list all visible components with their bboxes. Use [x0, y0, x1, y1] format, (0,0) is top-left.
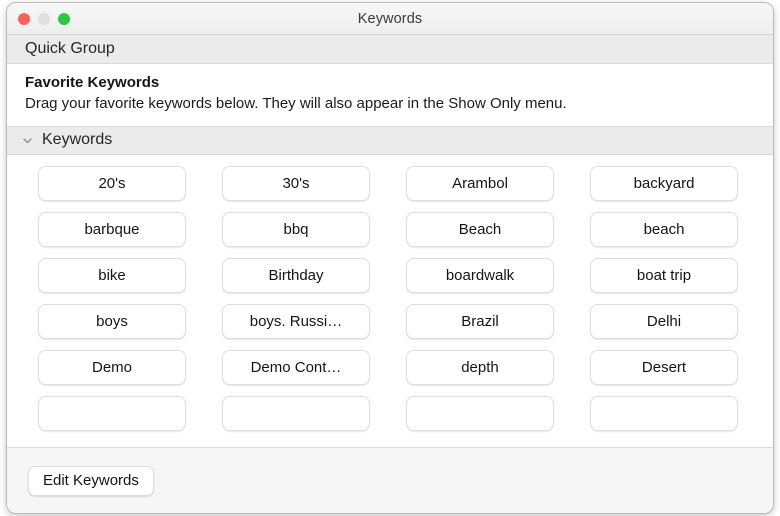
minimize-window-button[interactable]: [38, 13, 50, 25]
keyword-pill[interactable]: 20's: [38, 166, 186, 201]
keywords-grid: 20's 30's Arambol backyard barbque bbq B…: [7, 166, 773, 431]
keyword-pill[interactable]: Demo: [38, 350, 186, 385]
keyword-pill[interactable]: [406, 396, 554, 431]
keywords-section-header[interactable]: Keywords: [7, 126, 773, 155]
quick-group-label: Quick Group: [25, 40, 115, 58]
keyword-pill[interactable]: bbq: [222, 212, 370, 247]
window-title: Keywords: [7, 11, 773, 27]
favorite-keywords-description: Drag your favorite keywords below. They …: [25, 94, 715, 114]
keyword-pill[interactable]: Delhi: [590, 304, 738, 339]
keywords-section-label: Keywords: [42, 131, 112, 149]
quick-group-header: Quick Group: [7, 35, 773, 64]
keyword-pill[interactable]: depth: [406, 350, 554, 385]
maximize-window-button[interactable]: [58, 13, 70, 25]
keywords-grid-area[interactable]: 20's 30's Arambol backyard barbque bbq B…: [7, 155, 773, 447]
window-title-bar: Keywords: [7, 3, 773, 35]
keyword-pill[interactable]: boys. Russi…: [222, 304, 370, 339]
keyword-pill[interactable]: Beach: [406, 212, 554, 247]
keyword-pill[interactable]: bike: [38, 258, 186, 293]
keyword-pill[interactable]: beach: [590, 212, 738, 247]
keyword-pill[interactable]: [590, 396, 738, 431]
close-window-button[interactable]: [18, 13, 30, 25]
keyword-pill[interactable]: barbque: [38, 212, 186, 247]
favorite-keywords-title: Favorite Keywords: [25, 74, 755, 91]
keyword-pill[interactable]: Desert: [590, 350, 738, 385]
bottom-toolbar: Edit Keywords: [7, 447, 773, 513]
chevron-down-icon[interactable]: [21, 134, 34, 147]
keyword-pill[interactable]: Brazil: [406, 304, 554, 339]
keyword-pill[interactable]: boardwalk: [406, 258, 554, 293]
keyword-pill[interactable]: Birthday: [222, 258, 370, 293]
keyword-pill[interactable]: boys: [38, 304, 186, 339]
keywords-window: Keywords Quick Group Favorite Keywords D…: [6, 2, 774, 514]
keyword-pill[interactable]: backyard: [590, 166, 738, 201]
keyword-pill[interactable]: Arambol: [406, 166, 554, 201]
keyword-pill[interactable]: [222, 396, 370, 431]
keyword-pill[interactable]: [38, 396, 186, 431]
edit-keywords-button[interactable]: Edit Keywords: [28, 466, 154, 496]
favorite-keywords-block: Favorite Keywords Drag your favorite key…: [7, 64, 773, 126]
keyword-pill[interactable]: Demo Cont…: [222, 350, 370, 385]
keyword-pill[interactable]: boat trip: [590, 258, 738, 293]
keyword-pill[interactable]: 30's: [222, 166, 370, 201]
traffic-light-group: [18, 13, 70, 25]
